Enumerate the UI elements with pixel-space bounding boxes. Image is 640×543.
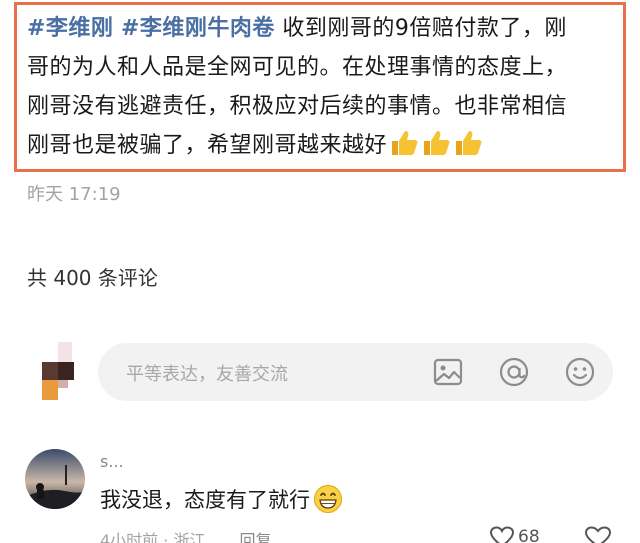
hashtag-link[interactable]: #李维刚 xyxy=(27,16,113,41)
comment-time-location: 4小时前 · 浙江 xyxy=(100,531,206,543)
comment-body: 我没退，态度有了就行 xyxy=(100,488,310,512)
commenter-username[interactable]: s... xyxy=(100,452,124,471)
commenter-avatar[interactable] xyxy=(25,449,85,509)
hashtag-link[interactable]: #李维刚牛肉卷 xyxy=(121,16,275,41)
highlighted-post: #李维刚 #李维刚牛肉卷 收到刚哥的9倍赔付款了，刚 哥的为人和人品是全网可见的… xyxy=(14,2,626,172)
grinning-face-icon xyxy=(314,485,342,513)
like-button[interactable]: 68 xyxy=(490,526,540,543)
my-avatar[interactable] xyxy=(36,342,80,402)
at-icon[interactable] xyxy=(498,356,530,388)
post-timestamp: 昨天 17:19 xyxy=(27,184,121,205)
thumbs-up-icon xyxy=(392,131,418,155)
emoji-icon[interactable] xyxy=(564,356,596,388)
heart-icon xyxy=(490,526,514,543)
comment-input-placeholder: 平等表达，友善交流 xyxy=(126,364,288,385)
post-line: 收到刚哥的9倍赔付款了，刚 xyxy=(282,16,567,41)
post-line: 刚哥没有逃避责任，积极应对后续的事情。也非常相信 xyxy=(27,94,568,119)
thumbs-up-icon xyxy=(424,131,450,155)
reply-button[interactable]: 回复 xyxy=(239,531,271,543)
dislike-icon[interactable] xyxy=(584,526,612,543)
comment-count: 共 400 条评论 xyxy=(27,266,158,290)
like-count: 68 xyxy=(518,527,540,543)
post-line: 哥的为人和人品是全网可见的。在处理事情的态度上， xyxy=(27,55,568,80)
comment-meta: 4小时前 · 浙江 回复 xyxy=(100,527,271,543)
comment-input[interactable]: 平等表达，友善交流 xyxy=(98,343,613,401)
post-text: #李维刚 #李维刚牛肉卷 收到刚哥的9倍赔付款了，刚 哥的为人和人品是全网可见的… xyxy=(27,9,617,165)
image-icon[interactable] xyxy=(432,356,464,388)
thumbs-up-icon xyxy=(456,131,482,155)
comment-text: 我没退，态度有了就行 xyxy=(100,484,343,514)
post-line: 刚哥也是被骗了，希望刚哥越来越好 xyxy=(27,133,388,158)
